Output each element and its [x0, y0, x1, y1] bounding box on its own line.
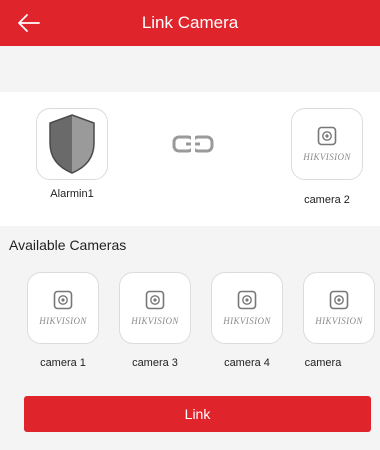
brand-label: HIKVISION — [39, 316, 87, 326]
brand-label: HIKVISION — [131, 316, 179, 326]
brand-label: HIKVISION — [223, 316, 271, 326]
camera-tile[interactable]: HIKVISION — [119, 272, 191, 344]
shield-icon — [49, 114, 95, 174]
app-header: Link Camera — [0, 0, 380, 46]
camera-label: camera — [304, 357, 342, 369]
camera-label: camera 1 — [40, 357, 86, 369]
camera-tile[interactable]: HIKVISION — [211, 272, 283, 344]
brand-label: HIKVISION — [303, 152, 351, 162]
available-cameras-title: Available Cameras — [9, 237, 127, 253]
camera-tile[interactable]: HIKVISION — [303, 272, 375, 344]
linked-camera-tile[interactable]: HIKVISION — [291, 108, 363, 180]
linked-camera-label: camera 2 — [304, 194, 350, 206]
chain-link-icon — [172, 135, 214, 153]
camera-label: camera 3 — [132, 357, 178, 369]
brand-label: HIKVISION — [315, 316, 363, 326]
camera-icon — [237, 290, 257, 310]
camera-icon — [329, 290, 349, 310]
link-button[interactable]: Link — [24, 396, 371, 432]
camera-icon — [53, 290, 73, 310]
camera-tile[interactable]: HIKVISION — [27, 272, 99, 344]
alarm-input-label: Alarmin1 — [50, 188, 94, 200]
alarm-input-tile[interactable] — [36, 108, 108, 180]
page-title: Link Camera — [141, 13, 239, 32]
camera-label: camera 4 — [224, 357, 270, 369]
camera-icon — [145, 290, 165, 310]
camera-icon — [317, 126, 337, 146]
